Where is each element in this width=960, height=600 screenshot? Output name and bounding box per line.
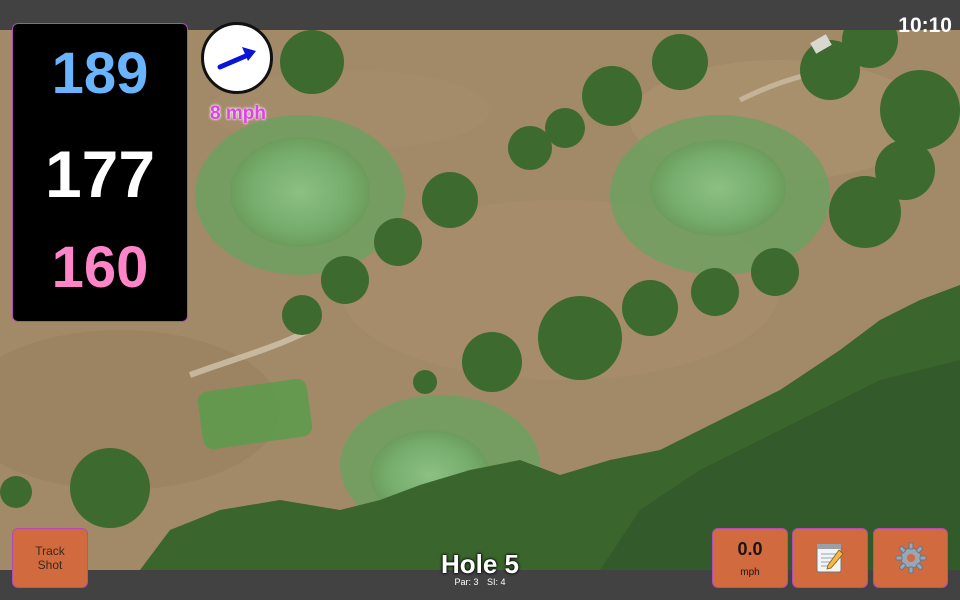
gear-icon (895, 542, 926, 574)
wind-speed: 8 mph (210, 103, 266, 124)
track-shot-label: Track Shot (35, 544, 65, 572)
notes-button[interactable] (792, 528, 868, 588)
notepad-icon (816, 544, 844, 573)
hole-info: Par: 3 SI: 4 (380, 577, 580, 587)
hole-par: Par: 3 (454, 577, 479, 587)
distance-panel: 189 177 160 (12, 23, 188, 322)
distance-middle: 177 (44, 137, 156, 211)
distance-back: 189 (51, 41, 149, 106)
hole-title: Hole 5 (440, 549, 520, 579)
speed-unit: mph (740, 567, 760, 578)
speed-button[interactable]: 0.0 mph (712, 528, 788, 588)
settings-button[interactable] (873, 528, 948, 588)
wind-direction-dial (201, 22, 273, 94)
distance-front: 160 (51, 235, 149, 300)
clock: 10:10 (898, 14, 952, 37)
track-shot-button[interactable]: Track Shot (12, 528, 88, 588)
wind-arrow-icon (217, 47, 256, 70)
hole-stroke-index: SI: 4 (487, 577, 506, 587)
speed-value: 0.0 (737, 539, 763, 559)
